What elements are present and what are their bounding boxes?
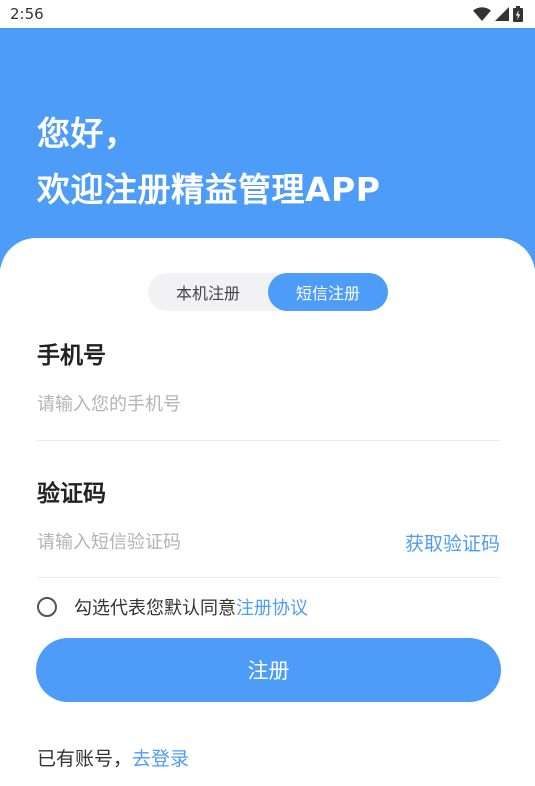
login-row: 已有账号，去登录 xyxy=(37,744,189,771)
code-input[interactable] xyxy=(37,525,367,559)
phone-divider xyxy=(37,440,500,441)
agreement-row: 勾选代表您默认同意 注册协议 xyxy=(37,594,308,620)
wifi-icon xyxy=(473,7,491,21)
register-button[interactable]: 注册 xyxy=(36,638,501,702)
header-title: 您好， 欢迎注册精益管理APP xyxy=(37,106,380,218)
status-time: 2:56 xyxy=(10,5,44,23)
greeting-text: 您好， xyxy=(37,114,138,153)
get-code-button[interactable]: 获取验证码 xyxy=(405,529,500,556)
status-icons xyxy=(473,6,523,22)
status-bar: 2:56 xyxy=(0,0,535,28)
phone-label: 手机号 xyxy=(37,343,106,369)
agreement-checkbox[interactable] xyxy=(37,597,57,617)
welcome-text: 欢迎注册精益管理APP xyxy=(37,170,381,209)
signal-icon xyxy=(495,7,509,21)
login-prompt: 已有账号， xyxy=(37,748,133,770)
code-divider xyxy=(37,577,500,578)
tab-sms-register[interactable]: 短信注册 xyxy=(268,273,388,311)
battery-icon xyxy=(513,6,523,22)
tab-local-register[interactable]: 本机注册 xyxy=(148,273,268,311)
register-card: 本机注册 短信注册 手机号 验证码 获取验证码 勾选代表您默认同意 注册协议 注… xyxy=(0,238,535,786)
agreement-link[interactable]: 注册协议 xyxy=(236,594,308,620)
agreement-text: 勾选代表您默认同意 xyxy=(74,598,236,619)
phone-input[interactable] xyxy=(37,387,367,421)
code-label: 验证码 xyxy=(37,481,106,507)
register-mode-tabs: 本机注册 短信注册 xyxy=(148,273,388,311)
login-link[interactable]: 去登录 xyxy=(132,748,189,770)
header-banner: 您好， 欢迎注册精益管理APP xyxy=(0,28,535,268)
